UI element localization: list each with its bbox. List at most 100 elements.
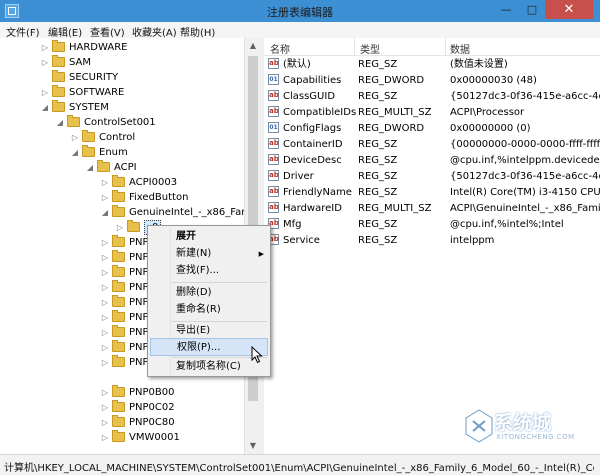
collapse-arrow-icon[interactable]: ◢ [40,100,50,115]
collapse-arrow-icon[interactable]: ◢ [55,115,65,130]
maximize-button[interactable]: □ [519,0,545,19]
list-row[interactable]: ab FriendlyName REG_SZ Intel(R) Core(TM) i3… [264,185,600,200]
expand-arrow-icon[interactable]: ▷ [100,415,110,430]
column-header-data[interactable]: 数据 [450,41,470,56]
list-row[interactable]: 01 ConfigFlags REG_DWORD 0x00000000 (0) [264,121,600,136]
values-list: 名称 类型 数据 ab (默认) REG_SZ (数值未设置) 01 Capabilit… [264,38,600,454]
folder-icon [112,400,125,412]
expand-arrow-icon[interactable]: ▷ [100,175,110,190]
folder-icon [52,40,65,52]
menu-favorites[interactable]: 收藏夹(A) [132,24,177,39]
expand-arrow-icon[interactable]: ▷ [100,250,110,265]
string-value-icon: ab [268,138,279,149]
column-header-type[interactable]: 类型 [360,41,380,56]
folder-icon [112,325,125,337]
folder-icon [112,340,125,352]
string-value-icon: ab [268,106,279,117]
site-watermark: 系统城 XITONGCHENG.COM [462,402,596,452]
expand-arrow-icon[interactable]: ▷ [100,310,110,325]
folder-icon [112,295,125,307]
expand-arrow-icon[interactable]: ▷ [40,85,50,100]
expand-arrow-icon[interactable]: ▷ [100,430,110,445]
context-menu-new[interactable]: 新建(N) ▶ [150,245,268,263]
folder-icon [112,310,125,322]
list-row[interactable]: ab ContainerID REG_SZ {00000000-0000-0000-f… [264,137,600,152]
folder-icon [112,250,125,262]
folder-icon [112,355,125,367]
list-row[interactable]: ab CompatibleIDs REG_MULTI_SZ ACPI\Processo… [264,105,600,120]
expand-arrow-icon[interactable]: ▷ [100,235,110,250]
menu-view[interactable]: 查看(V) [90,24,125,39]
folder-icon [52,70,65,82]
folder-icon [112,175,125,187]
title-bar: 注册表编辑器 — □ ✕ [0,0,600,22]
binary-value-icon: 01 [268,74,279,85]
expand-arrow-icon[interactable]: ▷ [100,385,110,400]
list-row[interactable]: ab Mfg REG_SZ @cpu.inf,%intel%;Intel [264,217,600,232]
folder-icon [112,430,125,442]
folder-icon [52,55,65,67]
expand-arrow-icon [40,70,50,85]
expand-arrow-icon[interactable]: ▷ [100,340,110,355]
string-value-icon: ab [268,186,279,197]
folder-icon [112,265,125,277]
context-menu-find[interactable]: 查找(F)... [150,262,268,280]
collapse-arrow-icon[interactable]: ◢ [70,145,80,160]
string-value-icon: ab [268,202,279,213]
expand-arrow-icon[interactable]: ▷ [100,280,110,295]
column-header-name[interactable]: 名称 [270,41,290,56]
context-menu-expand[interactable]: 展开 [150,228,268,246]
expand-arrow-icon[interactable]: ▷ [70,130,80,145]
folder-icon [52,85,65,97]
close-button[interactable]: ✕ [545,0,593,19]
status-bar: 计算机\HKEY_LOCAL_MACHINE\SYSTEM\ControlSet… [0,454,600,475]
mouse-cursor-icon [251,346,263,364]
list-row[interactable]: 01 Capabilities REG_DWORD 0x00000030 (48) [264,73,600,88]
expand-arrow-icon[interactable]: ▷ [115,220,125,235]
menu-file[interactable]: 文件(F) [6,24,40,39]
folder-icon [112,280,125,292]
list-row[interactable]: ab HardwareID REG_MULTI_SZ ACPI\GenuineInte… [264,201,600,216]
menu-separator [172,282,267,283]
expand-arrow-icon[interactable]: ▷ [100,400,110,415]
string-value-icon: ab [268,154,279,165]
expand-arrow-icon[interactable]: ▷ [100,325,110,340]
folder-icon [52,100,65,112]
context-menu-delete[interactable]: 删除(D) [150,284,268,302]
folder-icon [112,190,125,202]
folder-icon [82,130,95,142]
list-row[interactable]: ab Service REG_SZ intelppm [264,233,600,248]
context-menu-rename[interactable]: 重命名(R) [150,301,268,319]
expand-arrow-icon[interactable]: ▷ [40,55,50,70]
collapse-arrow-icon[interactable]: ◢ [85,160,95,175]
folder-icon [112,385,125,397]
string-value-icon: ab [268,90,279,101]
folder-icon [97,160,110,172]
menu-edit[interactable]: 编辑(E) [48,24,82,39]
scroll-up-arrow-icon[interactable]: ▲ [245,38,261,54]
menu-bar: 文件(F) 编辑(E) 查看(V) 收藏夹(A) 帮助(H) [0,22,600,39]
expand-arrow-icon[interactable]: ▷ [100,190,110,205]
expand-arrow-icon[interactable]: ▷ [40,40,50,55]
folder-icon [67,115,80,127]
watermark-logo-icon [464,408,494,444]
column-separator[interactable] [354,38,355,55]
menu-help[interactable]: 帮助(H) [180,24,215,39]
folder-icon [112,235,125,247]
expand-arrow-icon[interactable]: ▷ [100,295,110,310]
minimize-button[interactable]: — [493,0,519,19]
list-row[interactable]: ab Driver REG_SZ {50127dc3-0f36-415e-a6cc-4… [264,169,600,184]
list-row[interactable]: ab DeviceDesc REG_SZ @cpu.inf,%intelppm.dev… [264,153,600,168]
folder-icon [112,205,125,217]
collapse-arrow-icon[interactable]: ◢ [100,205,110,220]
folder-icon [82,145,95,157]
scroll-down-arrow-icon[interactable]: ▼ [245,438,261,454]
expand-arrow-icon[interactable]: ▷ [100,265,110,280]
expand-arrow-icon[interactable]: ▷ [100,355,110,370]
registry-path: 计算机\HKEY_LOCAL_MACHINE\SYSTEM\ControlSet… [4,463,594,474]
list-row[interactable]: ab (默认) REG_SZ (数值未设置) [264,57,600,72]
folder-icon [127,220,140,232]
list-header: 名称 类型 数据 [264,38,600,56]
list-row[interactable]: ab ClassGUID REG_SZ {50127dc3-0f36-415e-a6c… [264,89,600,104]
column-separator[interactable] [445,38,446,55]
